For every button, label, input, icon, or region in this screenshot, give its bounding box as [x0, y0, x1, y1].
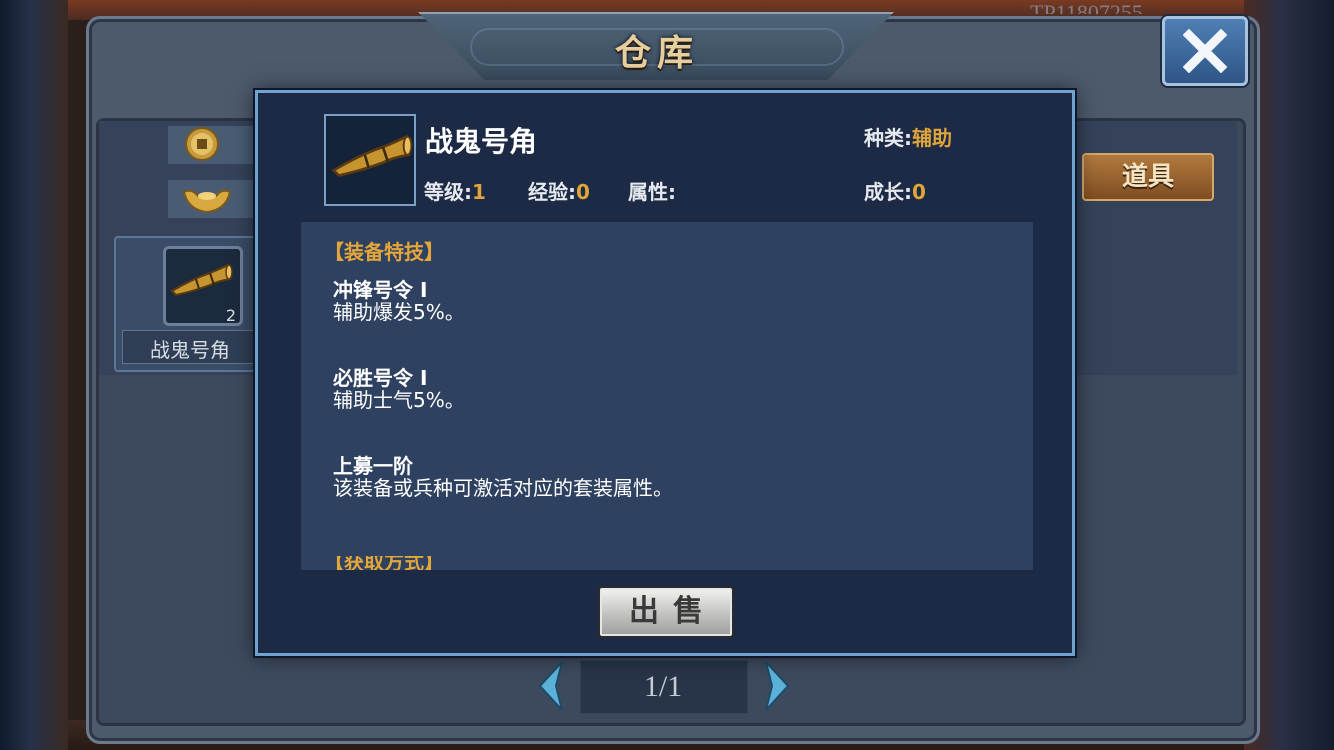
- category-button-label: 道具: [1121, 162, 1174, 192]
- stat-growth: 成长:0: [864, 176, 926, 205]
- detail-item-icon-frame: [324, 114, 416, 206]
- sell-button-label: 出售: [629, 594, 717, 629]
- gold-ingot-icon: [182, 189, 232, 214]
- stat-exp: 经验:0: [528, 176, 590, 205]
- background-left: [0, 0, 68, 750]
- stat-level: 等级:1: [424, 176, 486, 205]
- coin-icon: [185, 127, 219, 161]
- stat-type-label: 种类:: [864, 126, 912, 150]
- stat-type-value: 辅助: [912, 126, 952, 150]
- close-button[interactable]: [1162, 16, 1248, 86]
- stat-level-label: 等级:: [424, 180, 472, 204]
- section-title-source: 【获取方式】: [324, 556, 444, 570]
- skill-desc: 该装备或兵种可激活对应的套装属性。: [333, 476, 673, 500]
- stat-attr-label: 属性:: [628, 180, 676, 204]
- item-name: 战鬼号角: [150, 338, 230, 362]
- stat-level-value: 1: [472, 180, 486, 204]
- sell-button[interactable]: 出售: [598, 586, 734, 638]
- item-count: 2: [225, 306, 236, 325]
- horn-icon: [331, 134, 413, 177]
- stat-exp-label: 经验:: [528, 180, 576, 204]
- stat-type: 种类:辅助: [864, 122, 952, 151]
- player-id: TP11807255: [1030, 0, 1143, 14]
- skill-desc: 辅助爆发5%。: [333, 300, 465, 324]
- window-title: 仓库: [614, 33, 699, 74]
- next-page-arrow-icon[interactable]: [762, 660, 794, 712]
- detail-item-name: 战鬼号角: [425, 125, 538, 158]
- stat-exp-value: 0: [576, 180, 590, 204]
- page-indicator: 1/1: [643, 670, 683, 703]
- close-icon: [1183, 29, 1227, 73]
- stat-growth-value: 0: [912, 180, 926, 204]
- stat-attr: 属性:: [628, 176, 676, 205]
- section-title-source-clip: 【获取方式】: [324, 556, 524, 570]
- prev-page-arrow-icon[interactable]: [534, 660, 566, 712]
- skill-desc: 辅助士气5%。: [333, 388, 465, 412]
- category-button-items[interactable]: 道具: [1082, 153, 1214, 201]
- stat-growth-label: 成长:: [864, 180, 912, 204]
- section-title-skills: 【装备特技】: [324, 240, 444, 264]
